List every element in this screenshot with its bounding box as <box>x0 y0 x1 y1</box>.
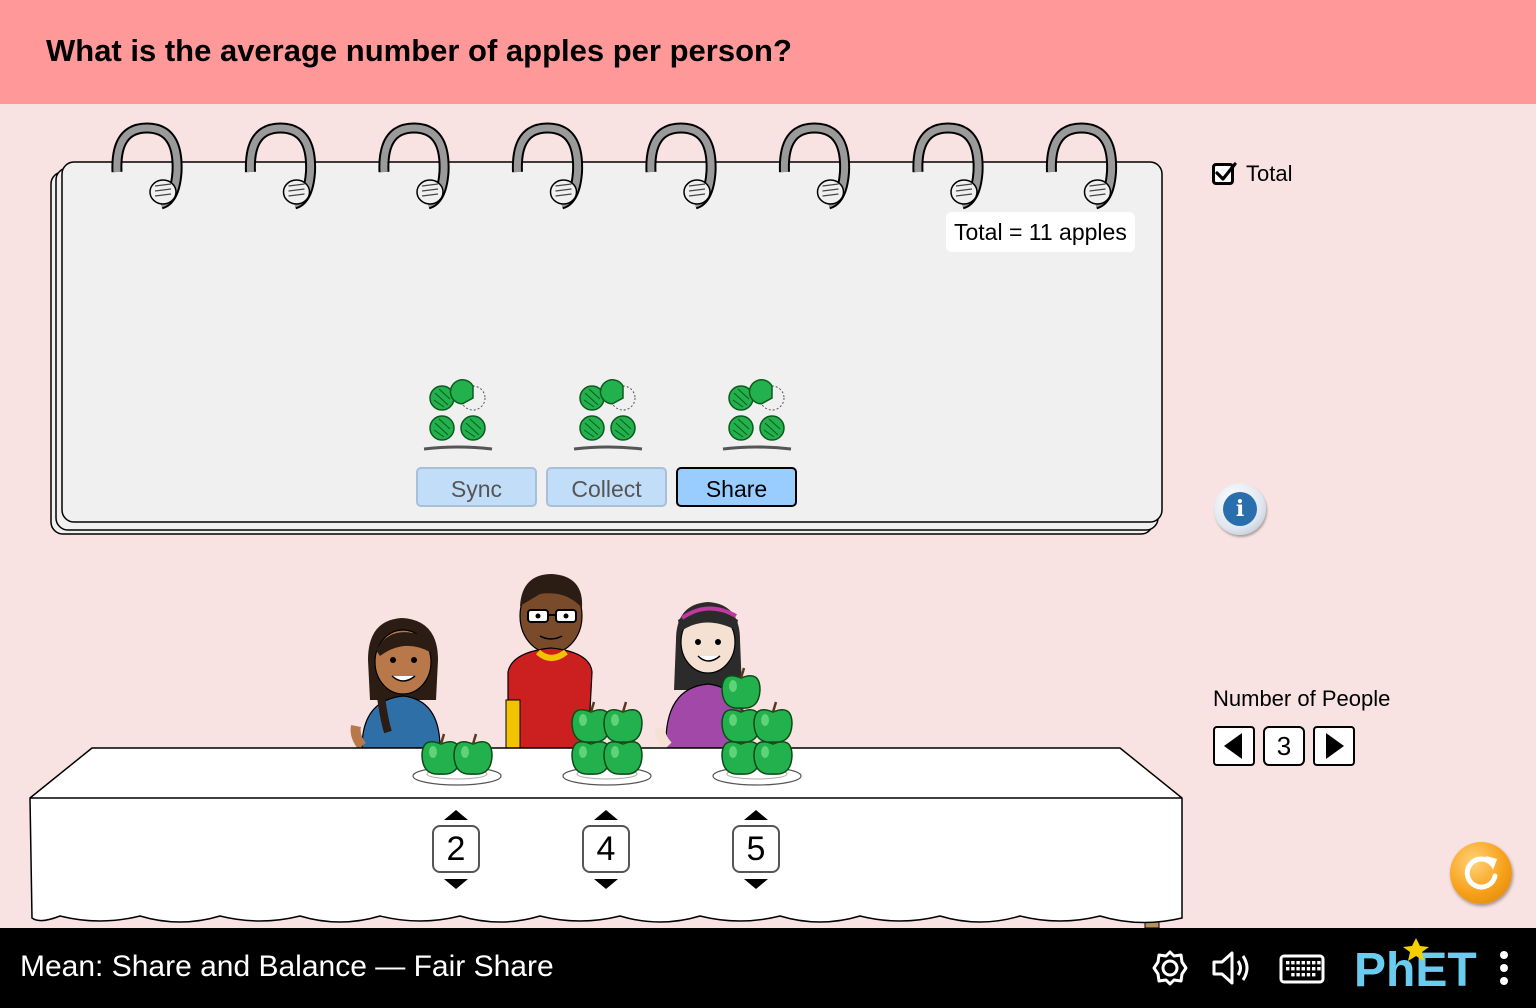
ring-binding <box>511 122 584 210</box>
settings-icon[interactable] <box>1150 946 1190 995</box>
person-3-apple-count: 5 <box>732 825 780 873</box>
person-1-increment-button[interactable] <box>444 810 468 820</box>
question-text: What is the average number of apples per… <box>46 33 792 68</box>
total-apples-readout: Total = 11 apples <box>946 212 1135 252</box>
fair-share-apple <box>579 385 605 411</box>
checkbox-box[interactable] <box>1212 162 1237 185</box>
phet-logo[interactable]: PhET <box>1354 936 1484 997</box>
fair-share-apple <box>728 385 754 411</box>
total-checkbox-label: Total <box>1246 161 1293 186</box>
person-2-increment-button[interactable] <box>594 810 618 820</box>
person-2-apple-count: 4 <box>582 825 630 873</box>
apple-plate <box>562 701 652 786</box>
share-button[interactable]: Share <box>676 467 797 507</box>
ring-binding <box>244 122 317 210</box>
person-1-apple-count: 2 <box>432 825 480 873</box>
fair-share-apple <box>579 415 605 441</box>
ring-binding <box>912 122 984 210</box>
person-3-decrement-button[interactable] <box>744 879 768 889</box>
apple <box>753 701 793 743</box>
fair-share-apple-fraction <box>610 385 636 411</box>
apple-plate <box>712 667 802 786</box>
fair-share-plate <box>423 379 493 451</box>
fair-share-apple <box>460 415 486 441</box>
fair-share-plate <box>722 379 792 451</box>
fair-share-apple <box>429 415 455 441</box>
total-checkbox[interactable]: Total <box>1212 160 1292 188</box>
ring-binding <box>1045 122 1118 210</box>
sim-title: Mean: Share and Balance — Fair Share <box>20 950 554 983</box>
fair-share-apple <box>429 385 455 411</box>
fair-share-apple-fraction <box>759 385 785 411</box>
fair-share-apple <box>759 415 785 441</box>
checkmark-icon <box>1215 162 1237 181</box>
person-1 <box>350 618 441 750</box>
info-icon: i <box>1223 492 1257 526</box>
person-2-decrement-button[interactable] <box>594 879 618 889</box>
person-3-increment-button[interactable] <box>744 810 768 820</box>
ring-binding <box>378 122 450 210</box>
apple <box>453 733 493 775</box>
fair-share-apple <box>728 415 754 441</box>
info-button[interactable]: i <box>1214 483 1266 535</box>
keyboard-icon[interactable] <box>1278 946 1326 995</box>
apple <box>603 701 643 743</box>
more-options-icon[interactable] <box>1494 946 1514 995</box>
sound-icon[interactable] <box>1210 946 1258 995</box>
fair-share-apple <box>610 415 636 441</box>
fair-share-apple-fraction <box>460 385 486 411</box>
ring-binding <box>111 122 183 210</box>
collect-button[interactable]: Collect <box>546 467 667 507</box>
ring-binding <box>645 122 717 210</box>
ring-binding <box>778 122 851 210</box>
sync-button[interactable]: Sync <box>416 467 537 507</box>
person-1-decrement-button[interactable] <box>444 879 468 889</box>
fair-share-plate <box>573 379 643 451</box>
